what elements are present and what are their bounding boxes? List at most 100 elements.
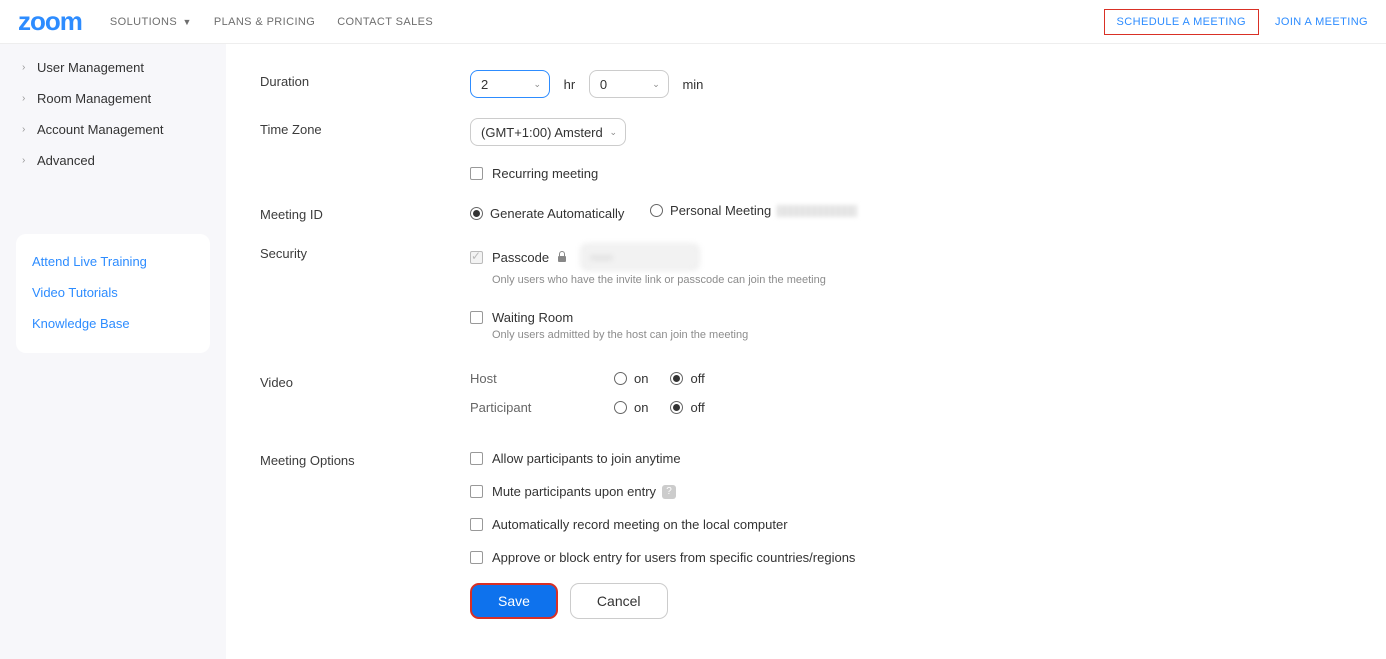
timezone-select[interactable]: (GMT+1:00) Amsterdam, Be ⌄ (470, 118, 626, 146)
video-on-label: on (634, 371, 648, 386)
video-participant-on-group[interactable]: on (614, 400, 648, 415)
sidebar: › User Management › Room Management › Ac… (0, 44, 226, 659)
lock-icon (557, 252, 567, 262)
nav-plans[interactable]: PLANS & PRICING (214, 16, 315, 28)
video-host-label: Host (470, 371, 614, 386)
chevron-down-icon: ⌄ (652, 79, 660, 90)
meeting-id-personal-group[interactable]: Personal Meeting (650, 203, 857, 218)
schedule-meeting-button[interactable]: SCHEDULE A MEETING (1104, 9, 1259, 35)
opt-record-row: Automatically record meeting on the loca… (470, 517, 1352, 532)
passcode-hint: Only users who have the invite link or p… (492, 274, 1352, 286)
personal-meeting-id-blurred (777, 205, 857, 217)
sidebar-item-label: Account Management (37, 122, 163, 137)
row-meeting-id: Meeting ID Generate Automatically Person… (260, 193, 1352, 232)
video-participant-off-group[interactable]: off (670, 400, 704, 415)
cancel-button[interactable]: Cancel (570, 583, 668, 619)
recurring-checkbox[interactable] (470, 167, 483, 180)
video-participant-off-radio[interactable] (670, 401, 683, 414)
duration-hours-value: 2 (481, 77, 488, 92)
chevron-right-icon: › (22, 124, 30, 135)
caret-down-icon: ▼ (183, 17, 192, 27)
recurring-label: Recurring meeting (492, 166, 598, 181)
sidebar-link-videos[interactable]: Video Tutorials (32, 277, 194, 308)
timezone-value: (GMT+1:00) Amsterdam, Be (481, 125, 603, 140)
opt-region-row: Approve or block entry for users from sp… (470, 550, 1352, 565)
meeting-id-auto-group[interactable]: Generate Automatically (470, 206, 624, 221)
recurring-row: Recurring meeting (470, 166, 1352, 181)
row-security: Security Passcode Only users who have th… (260, 232, 1352, 351)
duration-minutes-value: 0 (600, 77, 607, 92)
video-host-off-group[interactable]: off (670, 371, 704, 386)
opt-mute-label: Mute participants upon entry (492, 484, 656, 499)
video-host-on-group[interactable]: on (614, 371, 648, 386)
main-content: Duration 2 ⌄ hr 0 ⌄ min Time Zone (GMT+1… (226, 44, 1386, 659)
row-video: Video Host on off Participant (260, 351, 1352, 439)
sidebar-item-label: Room Management (37, 91, 151, 106)
meeting-id-personal-label: Personal Meeting (670, 203, 771, 218)
chevron-down-icon: ⌄ (609, 127, 617, 138)
passcode-label: Passcode (492, 250, 549, 265)
button-row: Save Cancel (470, 583, 1352, 619)
video-host-off-radio[interactable] (670, 372, 683, 385)
meeting-id-personal-radio[interactable] (650, 204, 663, 217)
video-off-label: off (690, 400, 704, 415)
video-off-label: off (690, 371, 704, 386)
meeting-id-auto-radio[interactable] (470, 207, 483, 220)
waiting-room-row: Waiting Room (470, 310, 1352, 325)
video-on-label: on (634, 400, 648, 415)
sidebar-item-account-mgmt[interactable]: › Account Management (0, 114, 226, 145)
sidebar-item-room-mgmt[interactable]: › Room Management (0, 83, 226, 114)
sidebar-item-user-mgmt[interactable]: › User Management (0, 52, 226, 83)
opt-record-checkbox[interactable] (470, 518, 483, 531)
duration-hours-select[interactable]: 2 ⌄ (470, 70, 550, 98)
minutes-unit-label: min (682, 77, 703, 92)
nav-contact[interactable]: CONTACT SALES (337, 16, 433, 28)
opt-record-label: Automatically record meeting on the loca… (492, 517, 788, 532)
opt-mute-checkbox[interactable] (470, 485, 483, 498)
row-meeting-options: Meeting Options Allow participants to jo… (260, 439, 1352, 629)
sidebar-link-training[interactable]: Attend Live Training (32, 246, 194, 277)
nav-solutions[interactable]: SOLUTIONS ▼ (110, 16, 192, 28)
chevron-down-icon: ⌄ (533, 79, 541, 90)
passcode-checkbox (470, 251, 483, 264)
row-timezone: Time Zone (GMT+1:00) Amsterdam, Be ⌄ Rec… (260, 108, 1352, 193)
hours-unit-label: hr (564, 77, 576, 92)
waiting-room-checkbox[interactable] (470, 311, 483, 324)
video-participant-on-radio[interactable] (614, 401, 627, 414)
video-host-row: Host on off (470, 371, 1352, 386)
duration-label: Duration (260, 70, 470, 89)
top-nav: zoom SOLUTIONS ▼ PLANS & PRICING CONTACT… (0, 0, 1386, 44)
chevron-right-icon: › (22, 62, 30, 73)
timezone-label: Time Zone (260, 118, 470, 137)
video-host-on-radio[interactable] (614, 372, 627, 385)
waiting-room-label: Waiting Room (492, 310, 573, 325)
info-icon[interactable]: ? (662, 485, 676, 499)
video-label: Video (260, 371, 470, 390)
zoom-logo: zoom (18, 6, 82, 37)
security-label: Security (260, 242, 470, 261)
passcode-input[interactable] (581, 244, 699, 270)
sidebar-help-box: Attend Live Training Video Tutorials Kno… (16, 234, 210, 353)
opt-mute-row: Mute participants upon entry ? (470, 484, 1352, 499)
save-button[interactable]: Save (470, 583, 558, 619)
opt-join-label: Allow participants to join anytime (492, 451, 681, 466)
passcode-row: Passcode (470, 244, 1352, 270)
join-meeting-link[interactable]: JOIN A MEETING (1275, 16, 1368, 28)
opt-region-checkbox[interactable] (470, 551, 483, 564)
waiting-room-hint: Only users admitted by the host can join… (492, 329, 1352, 341)
sidebar-link-kb[interactable]: Knowledge Base (32, 308, 194, 339)
chevron-right-icon: › (22, 155, 30, 166)
opt-join-row: Allow participants to join anytime (470, 451, 1352, 466)
meeting-id-auto-label: Generate Automatically (490, 206, 624, 221)
meeting-id-label: Meeting ID (260, 203, 470, 222)
sidebar-item-label: User Management (37, 60, 144, 75)
duration-minutes-select[interactable]: 0 ⌄ (589, 70, 669, 98)
opt-join-checkbox[interactable] (470, 452, 483, 465)
chevron-right-icon: › (22, 93, 30, 104)
options-label: Meeting Options (260, 449, 470, 468)
sidebar-item-label: Advanced (37, 153, 95, 168)
row-duration: Duration 2 ⌄ hr 0 ⌄ min (260, 60, 1352, 108)
video-participant-row: Participant on off (470, 400, 1352, 415)
nav-solutions-label: SOLUTIONS (110, 16, 177, 28)
sidebar-item-advanced[interactable]: › Advanced (0, 145, 226, 176)
